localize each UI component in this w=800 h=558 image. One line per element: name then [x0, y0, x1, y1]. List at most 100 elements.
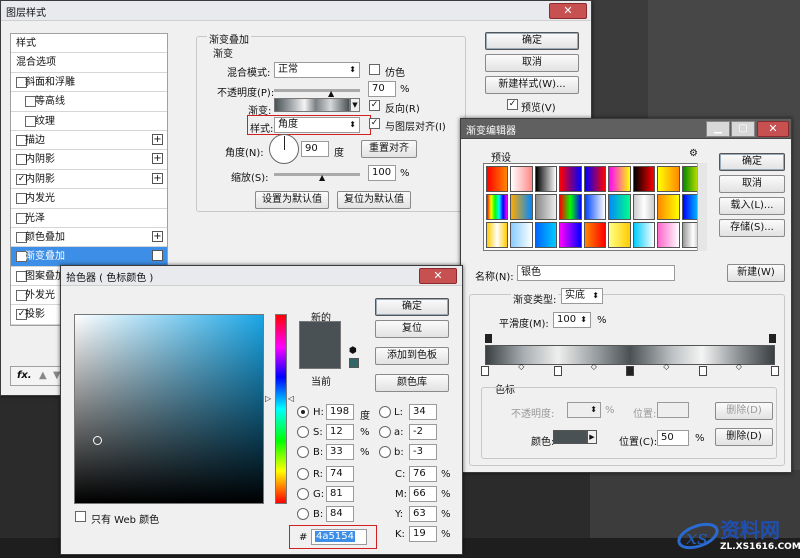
plus-icon[interactable]: +	[152, 230, 163, 242]
add-swatch-button[interactable]: 添加到色板	[375, 347, 449, 365]
preset-swatch[interactable]	[486, 194, 509, 220]
preset-swatch[interactable]	[657, 222, 680, 248]
S-input[interactable]: 12	[326, 424, 354, 440]
hue-slider-right-arrow[interactable]: ◁	[288, 394, 294, 403]
preset-swatch[interactable]	[486, 166, 509, 192]
preset-swatch[interactable]	[632, 194, 656, 220]
color-stop[interactable]	[771, 366, 779, 376]
preview-checkbox[interactable]: ✓	[507, 99, 518, 110]
midpoint-diamond-icon[interactable]: ◇	[736, 362, 742, 371]
web-safe-swatch[interactable]	[349, 358, 359, 368]
sidebar-item[interactable]: 光泽	[11, 209, 167, 228]
reset-default-button[interactable]: 复位为默认值	[337, 191, 411, 209]
preset-swatch[interactable]	[559, 194, 582, 220]
color-picker-close-button[interactable]: ✕	[419, 268, 457, 284]
hue-slider[interactable]	[275, 314, 287, 504]
preset-swatch[interactable]	[559, 166, 582, 192]
color-location-input[interactable]: 50	[657, 430, 689, 446]
color-field-cursor[interactable]	[93, 436, 102, 445]
name-input[interactable]: 银色	[517, 265, 675, 281]
preset-swatch[interactable]	[583, 166, 607, 192]
opacity-input[interactable]: 70	[368, 81, 396, 97]
dither-checkbox[interactable]	[369, 64, 380, 75]
preset-swatch[interactable]	[608, 222, 631, 248]
presets-gear-icon[interactable]: ⚙	[689, 148, 698, 159]
opacity-stop-right[interactable]	[769, 334, 776, 343]
preset-swatch[interactable]	[583, 194, 607, 220]
midpoint-diamond-icon[interactable]: ◇	[591, 362, 597, 371]
stop-color-arrow[interactable]: ▶	[587, 430, 597, 444]
preset-swatch[interactable]	[559, 222, 582, 248]
a-radio[interactable]	[379, 426, 391, 438]
sidebar-item[interactable]: ✓ 渐变叠加 +	[11, 247, 167, 267]
minimize-button[interactable]: ▁	[706, 121, 730, 137]
b-radio[interactable]	[379, 446, 391, 458]
preset-swatch[interactable]	[486, 222, 509, 248]
preset-swatch[interactable]	[632, 222, 656, 248]
R-radio[interactable]	[297, 468, 309, 480]
hue-slider-left-arrow[interactable]: ▷	[265, 394, 271, 403]
b-input[interactable]: -3	[409, 444, 437, 460]
blend-mode-select[interactable]: 正常	[274, 62, 360, 78]
H-input[interactable]: 198	[326, 404, 354, 420]
angle-dial[interactable]	[269, 134, 299, 164]
new-style-button[interactable]: 新建样式(W)...	[485, 76, 579, 94]
fx-icon[interactable]: fx.	[17, 370, 32, 381]
preset-grid[interactable]	[483, 163, 707, 251]
midpoint-diamond-icon[interactable]: ◇	[518, 362, 524, 371]
stop-location-input[interactable]	[657, 402, 689, 418]
B-input[interactable]: 33	[326, 444, 354, 460]
sidebar-item[interactable]: 纹理	[11, 112, 167, 131]
stop-opacity-select[interactable]	[567, 402, 601, 418]
stop-color-swatch[interactable]	[553, 430, 587, 444]
plus-icon[interactable]: +	[152, 250, 163, 262]
ok-button[interactable]: 确定	[485, 32, 579, 50]
sidebar-item[interactable]: 颜色叠加 +	[11, 228, 167, 248]
angle-input[interactable]: 90	[301, 141, 329, 157]
opacity-stop-left[interactable]	[485, 334, 492, 343]
sidebar-item[interactable]: 样式	[11, 34, 167, 54]
G-input[interactable]: 81	[326, 486, 354, 502]
color-field[interactable]	[74, 314, 264, 504]
new-gradient-button[interactable]: 新建(W)	[727, 264, 785, 282]
scale-input[interactable]: 100	[368, 165, 396, 181]
color-stop[interactable]	[481, 366, 489, 376]
preset-swatch[interactable]	[608, 194, 631, 220]
style-select[interactable]: 角度	[274, 117, 360, 133]
gradient-type-select[interactable]: 实底	[561, 288, 603, 304]
B-radio[interactable]	[297, 446, 309, 458]
sidebar-item[interactable]: ✓ 内阴影 +	[11, 170, 167, 190]
Blue-input[interactable]: 84	[326, 506, 354, 522]
midpoint-diamond-icon[interactable]: ◇	[663, 362, 669, 371]
reset-align-button[interactable]: 重置对齐	[361, 140, 417, 158]
Blue-radio[interactable]	[297, 508, 309, 520]
align-checkbox[interactable]: ✓	[369, 118, 380, 129]
maximize-button[interactable]: ▢	[731, 121, 755, 137]
color-library-button[interactable]: 颜色库	[375, 374, 449, 392]
G-radio[interactable]	[297, 488, 309, 500]
preset-swatch[interactable]	[608, 166, 631, 192]
web-only-checkbox[interactable]	[75, 511, 86, 522]
a-input[interactable]: -2	[409, 424, 437, 440]
stop-delete-button[interactable]: 删除(D)	[715, 402, 773, 420]
K-input[interactable]: 19	[409, 526, 437, 542]
preset-swatch[interactable]	[534, 222, 558, 248]
scale-slider[interactable]	[274, 173, 360, 176]
gradient-editor-close-button[interactable]: ✕	[757, 121, 789, 137]
color-stop[interactable]	[698, 366, 707, 376]
set-default-button[interactable]: 设置为默认值	[255, 191, 329, 209]
hex-input[interactable]: 4a5154	[311, 529, 367, 545]
scale-slider-thumb[interactable]: ▲	[319, 173, 325, 182]
preset-swatch[interactable]	[583, 222, 607, 248]
sidebar-item[interactable]: 混合选项	[11, 53, 167, 73]
gradient-bar[interactable]	[485, 345, 775, 365]
reverse-checkbox[interactable]: ✓	[369, 100, 380, 111]
H-radio[interactable]	[297, 406, 309, 418]
preset-swatch[interactable]	[534, 194, 558, 220]
preset-swatch[interactable]	[657, 194, 680, 220]
C-input[interactable]: 76	[409, 466, 437, 482]
opacity-slider[interactable]	[274, 89, 360, 92]
load-button[interactable]: 载入(L)...	[719, 197, 785, 215]
preset-swatch[interactable]	[510, 194, 533, 220]
sidebar-item[interactable]: 斜面和浮雕	[11, 73, 167, 93]
